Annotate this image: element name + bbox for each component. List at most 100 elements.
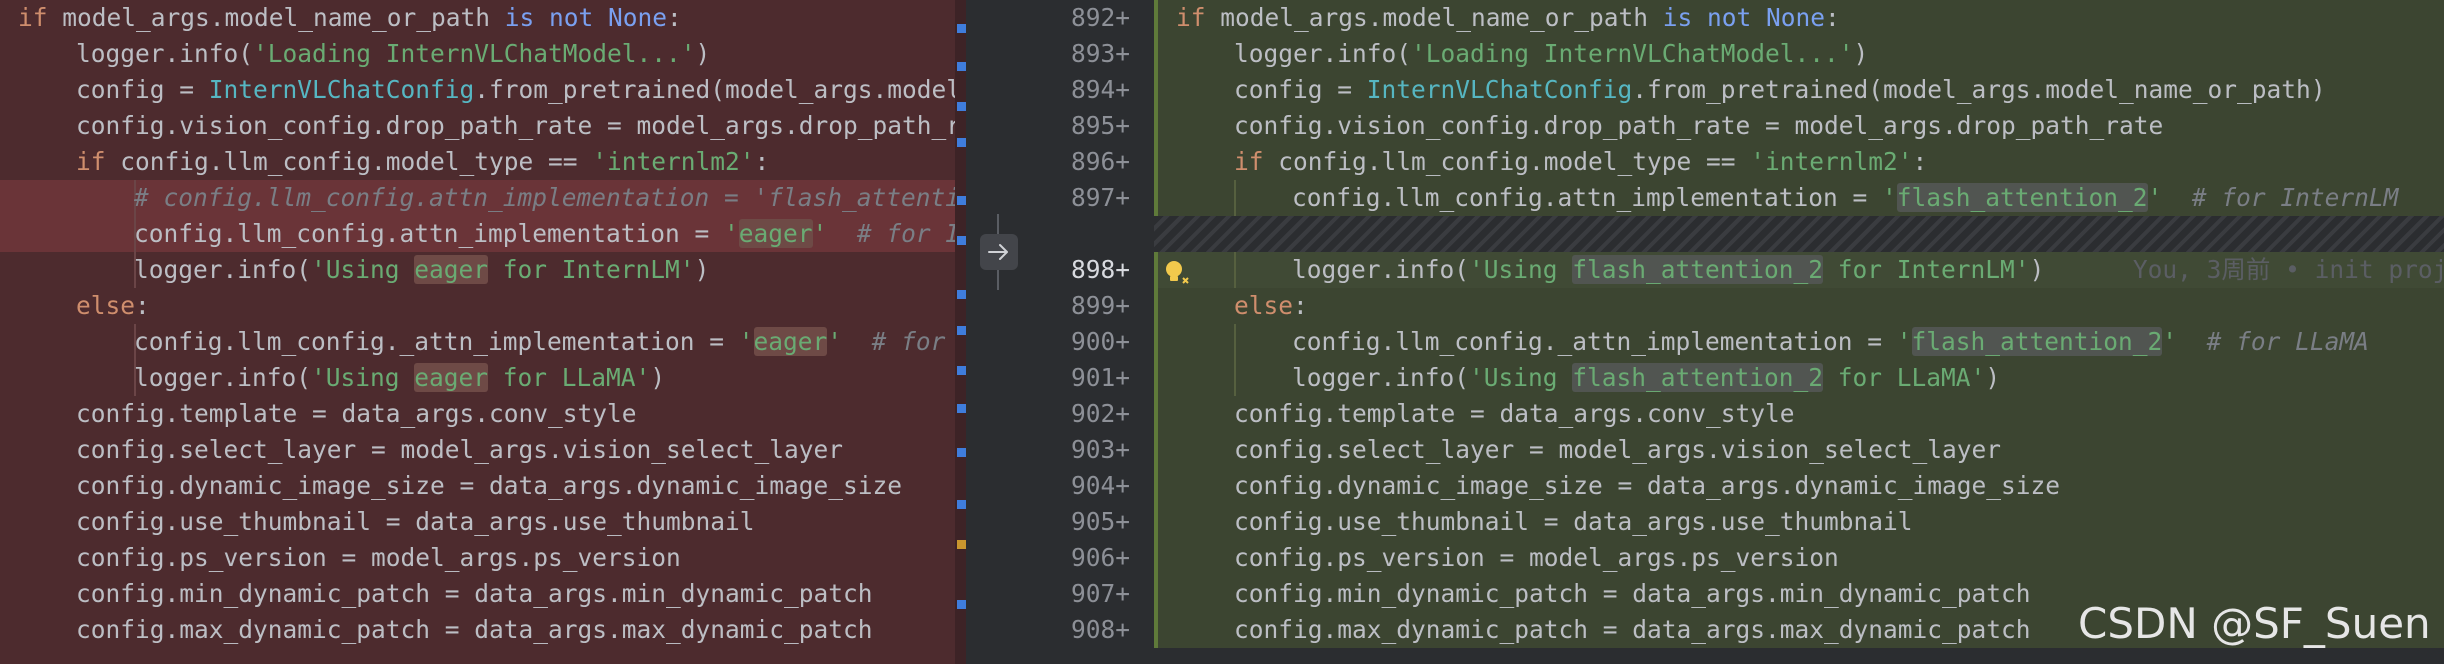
code-token: if bbox=[1234, 147, 1279, 176]
code-line[interactable]: 894+ config = InternVLChatConfig.from_pre… bbox=[1036, 72, 2444, 108]
code-line[interactable]: config.select_layer = model_args.vision_… bbox=[0, 432, 966, 468]
code-token: # for LLaMA bbox=[871, 327, 966, 356]
code-line[interactable]: 900+ config.llm_config._attn_implementati… bbox=[1036, 324, 2444, 360]
line-number[interactable]: 900+ bbox=[1036, 324, 1130, 360]
change-marker[interactable] bbox=[957, 540, 966, 549]
code-line[interactable]: config = InternVLChatConfig.from_pretrai… bbox=[0, 72, 966, 108]
code-line[interactable]: config.use_thumbnail = data_args.use_thu… bbox=[0, 504, 966, 540]
line-number[interactable]: 906+ bbox=[1036, 540, 1130, 576]
code-token: data_args.min_dynamic_patch bbox=[474, 579, 873, 608]
line-number[interactable]: 896+ bbox=[1036, 144, 1130, 180]
right-diff-pane[interactable]: 892+ if model_args.model_name_or_path is … bbox=[1036, 0, 2444, 664]
line-number[interactable]: 905+ bbox=[1036, 504, 1130, 540]
line-number[interactable]: 904+ bbox=[1036, 468, 1130, 504]
code-token: data_args.min_dynamic_patch bbox=[1632, 579, 2031, 608]
code-line[interactable]: 902+ config.template = data_args.conv_sty… bbox=[1036, 396, 2444, 432]
code-token: model_args.ps_version bbox=[371, 543, 681, 572]
code-token: InternVLChatConfig bbox=[1366, 75, 1633, 104]
change-marker[interactable] bbox=[957, 196, 966, 205]
code-token: config.llm_config._attn_implementation = bbox=[1292, 327, 1897, 356]
change-marker[interactable] bbox=[957, 102, 966, 111]
code-line[interactable]: logger.info('Using eager for LLaMA') bbox=[0, 360, 966, 396]
code-line[interactable]: 904+ config.dynamic_image_size = data_arg… bbox=[1036, 468, 2444, 504]
code-line[interactable]: 897+ config.llm_config.attn_implementatio… bbox=[1036, 180, 2444, 216]
code-line[interactable]: 895+ config.vision_config.drop_path_rate … bbox=[1036, 108, 2444, 144]
code-line[interactable]: logger.info('Using eager for InternLM') bbox=[0, 252, 966, 288]
code-token: : bbox=[754, 147, 770, 176]
code-token: logger.info( bbox=[1292, 255, 1470, 284]
code-line[interactable]: # config.llm_config.attn_implementation … bbox=[0, 180, 966, 216]
line-code: logger.info('Using flash_attention_2 for… bbox=[1292, 252, 2444, 288]
code-line[interactable]: config.ps_version = model_args.ps_versio… bbox=[0, 540, 966, 576]
changed-token: flash_attention_2 bbox=[1572, 255, 1824, 284]
line-number[interactable]: 907+ bbox=[1036, 576, 1130, 612]
line-number[interactable]: 903+ bbox=[1036, 432, 1130, 468]
code-line[interactable]: 893+ logger.info('Loading InternVLChatMod… bbox=[1036, 36, 2444, 72]
change-marker[interactable] bbox=[957, 404, 966, 413]
code-line[interactable]: 901+ logger.info('Using flash_attention_2… bbox=[1036, 360, 2444, 396]
code-token: .from_pretrained( bbox=[1632, 75, 1884, 104]
code-line[interactable]: if model_args.model_name_or_path is not … bbox=[0, 0, 966, 36]
code-line[interactable]: config.template = data_args.conv_style bbox=[0, 396, 966, 432]
line-number[interactable]: 895+ bbox=[1036, 108, 1130, 144]
left-diff-pane[interactable]: if model_args.model_name_or_path is not … bbox=[0, 0, 966, 664]
change-marker[interactable] bbox=[957, 236, 966, 245]
line-number[interactable]: 901+ bbox=[1036, 360, 1130, 396]
code-line[interactable]: 905+ config.use_thumbnail = data_args.use… bbox=[1036, 504, 2444, 540]
changed-token: flash_attention_2 bbox=[1911, 327, 2163, 356]
code-line[interactable]: config.max_dynamic_patch = data_args.max… bbox=[0, 612, 966, 648]
change-marker[interactable] bbox=[957, 62, 966, 71]
line-code: config.llm_config.attn_implementation = … bbox=[1292, 180, 2398, 216]
code-token: config.template = bbox=[1234, 399, 1500, 428]
code-line[interactable]: 903+ config.select_layer = model_args.vis… bbox=[1036, 432, 2444, 468]
lightbulb-icon[interactable] bbox=[1161, 258, 1191, 288]
line-number[interactable]: 898+ bbox=[1036, 252, 1130, 288]
line-number[interactable]: 894+ bbox=[1036, 72, 1130, 108]
code-line[interactable]: 906+ config.ps_version = model_args.ps_ve… bbox=[1036, 540, 2444, 576]
apply-change-button[interactable] bbox=[980, 234, 1018, 270]
line-code: if model_args.model_name_or_path is not … bbox=[1176, 0, 1840, 36]
line-number[interactable]: 892+ bbox=[1036, 0, 1130, 36]
added-line-body: config.select_layer = model_args.vision_… bbox=[1158, 432, 2444, 468]
line-number[interactable]: 908+ bbox=[1036, 612, 1130, 648]
line-code: config = InternVLChatConfig.from_pretrai… bbox=[76, 72, 966, 108]
line-number[interactable]: 899+ bbox=[1036, 288, 1130, 324]
code-line[interactable]: config.min_dynamic_patch = data_args.min… bbox=[0, 576, 966, 612]
code-line[interactable]: if config.llm_config.model_type == 'inte… bbox=[0, 144, 966, 180]
code-line[interactable]: logger.info('Loading InternVLChatModel..… bbox=[0, 36, 966, 72]
code-line[interactable]: 899+ else: bbox=[1036, 288, 2444, 324]
line-number[interactable]: 902+ bbox=[1036, 396, 1130, 432]
change-marker[interactable] bbox=[957, 326, 966, 335]
code-line[interactable]: 898+ logger.info('Using flash_attention_2… bbox=[1036, 252, 2444, 288]
code-token: ) bbox=[2029, 255, 2045, 284]
code-token: config.dynamic_image_size = bbox=[76, 471, 490, 500]
line-code: config.dynamic_image_size = data_args.dy… bbox=[1234, 468, 2060, 504]
code-line[interactable]: config.llm_config.attn_implementation = … bbox=[0, 216, 966, 252]
line-code: config.dynamic_image_size = data_args.dy… bbox=[76, 468, 902, 504]
line-number[interactable]: 897+ bbox=[1036, 180, 1130, 216]
change-marker[interactable] bbox=[957, 600, 966, 609]
code-token: 'Using bbox=[1469, 255, 1573, 284]
code-line[interactable]: config.vision_config.drop_path_rate = mo… bbox=[0, 108, 966, 144]
code-token: config.min_dynamic_patch = bbox=[1234, 579, 1633, 608]
change-marker[interactable] bbox=[957, 138, 966, 147]
code-line[interactable]: else: bbox=[0, 288, 966, 324]
change-marker[interactable] bbox=[957, 500, 966, 509]
code-line[interactable]: config.dynamic_image_size = data_args.dy… bbox=[0, 468, 966, 504]
changed-token: eager bbox=[753, 327, 828, 356]
indent-guide bbox=[1234, 360, 1236, 396]
code-token: ) bbox=[650, 363, 666, 392]
line-number[interactable]: 893+ bbox=[1036, 36, 1130, 72]
change-marker[interactable] bbox=[957, 290, 966, 299]
change-marker[interactable] bbox=[957, 448, 966, 457]
code-token: data_args.dynamic_image_size bbox=[489, 471, 903, 500]
line-code: if config.llm_config.model_type == 'inte… bbox=[76, 144, 769, 180]
change-marker[interactable] bbox=[957, 366, 966, 375]
code-line[interactable]: 896+ if config.llm_config.model_type == '… bbox=[1036, 144, 2444, 180]
change-marker[interactable] bbox=[957, 24, 966, 33]
code-token: data_args.dynamic_image_size bbox=[1647, 471, 2061, 500]
code-line[interactable]: config.llm_config._attn_implementation =… bbox=[0, 324, 966, 360]
code-line[interactable]: 892+ if model_args.model_name_or_path is … bbox=[1036, 0, 2444, 36]
code-token: config.max_dynamic_patch = bbox=[76, 615, 475, 644]
code-token: if bbox=[18, 3, 63, 32]
